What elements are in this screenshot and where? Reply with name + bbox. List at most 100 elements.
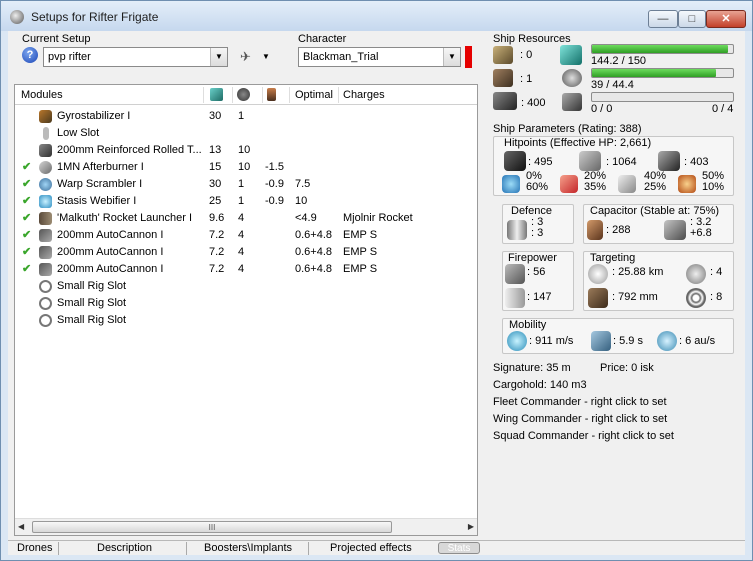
module-powergrid: 1 [238,178,245,190]
modules-list[interactable]: Modules Optimal Charges Gyrostabilizer I… [14,84,478,536]
active-check-icon[interactable]: ✔ [22,211,31,224]
module-cpu: 7.2 [209,263,225,275]
module-name: 200mm AutoCannon I [57,229,164,241]
scroll-right-icon[interactable]: ▶ [468,522,474,531]
table-row[interactable]: Gyrostabilizer I 30 1 [15,108,477,125]
title-bar[interactable]: Setups for Rifter Frigate — □ ✕ [1,1,752,31]
module-name: Small Rig Slot [57,297,127,309]
align-time-icon [591,331,611,351]
drone-bay-bar [591,92,734,102]
table-row[interactable]: ✔ 200mm AutoCannon I 7.2 4 0.6+4.8 EMP S [15,244,477,261]
squad-commander-slot[interactable]: Squad Commander - right click to set [493,430,674,442]
table-row[interactable]: Small Rig Slot [15,295,477,312]
kinetic-resist-icon [618,175,636,193]
module-charges: EMP S [343,246,378,258]
table-row[interactable]: ✔ Stasis Webifier I 25 1 -0.9 10 [15,193,477,210]
sensor-strength-value: : 8 [710,291,723,303]
module-name: 1MN Afterburner I [57,161,144,173]
table-row[interactable]: ✔ Warp Scrambler I 30 1 -0.9 7.5 [15,176,477,193]
module-charges: EMP S [343,263,378,275]
targeting-label: Targeting [590,252,636,264]
maximize-button[interactable]: □ [678,10,706,28]
active-check-icon[interactable]: ✔ [22,262,31,275]
app-icon [10,10,24,24]
table-row[interactable]: Small Rig Slot [15,278,477,295]
setup-select-value: pvp rifter [48,51,91,63]
firepower-label: Firepower [508,252,557,264]
table-row[interactable]: Small Rig Slot [15,312,477,329]
active-check-icon[interactable]: ✔ [22,194,31,207]
tab-boosters-implants[interactable]: Boosters\Implants [204,542,292,554]
module-charges: Mjolnir Rocket [343,212,413,224]
table-row[interactable]: 200mm Reinforced Rolled T... 13 10 [15,142,477,159]
client-area: Current Setup ? pvp rifter ▼ ✈ ▼ Charact… [8,31,745,555]
defence-value-2: : 3 [531,227,544,239]
table-row[interactable]: ✔ 200mm AutoCannon I 7.2 4 0.6+4.8 EMP S [15,261,477,278]
module-optimal: <4.9 [295,212,317,224]
minimize-button[interactable]: — [648,10,678,28]
modules-column-header[interactable]: Modules [21,89,63,101]
module-icon [39,110,52,123]
tab-drones[interactable]: Drones [17,542,52,554]
tab-stats[interactable]: Stats [438,542,480,554]
align-time-value: : 5.9 s [613,335,643,347]
table-row[interactable]: Low Slot [15,125,477,142]
table-row[interactable]: ✔ 200mm AutoCannon I 7.2 4 0.6+4.8 EMP S [15,227,477,244]
armor-hp-value: : 1064 [606,156,637,168]
capacitor-icon [587,220,603,240]
fleet-commander-slot[interactable]: Fleet Commander - right click to set [493,396,667,408]
table-row[interactable]: ✔ 1MN Afterburner I 15 10 -1.5 [15,159,477,176]
tab-projected-effects[interactable]: Projected effects [330,542,412,554]
module-powergrid: 1 [238,110,245,122]
module-icon [39,246,52,259]
module-powergrid: 10 [238,144,251,156]
module-name: 'Malkuth' Rocket Launcher I [57,212,193,224]
optimal-column-header[interactable]: Optimal [295,89,333,101]
powergrid-bar [591,68,734,78]
module-powergrid: 4 [238,246,245,258]
chevron-down-icon[interactable]: ▼ [210,48,227,66]
charges-column-header[interactable]: Charges [343,89,385,101]
targeting-box: Targeting : 25.88 km : 4 : 792 mm : 8 [583,251,734,311]
max-velocity-value: : 911 m/s [529,335,574,347]
missile-dps-value: : 147 [527,291,552,303]
active-check-icon[interactable]: ✔ [22,228,31,241]
signature-value: Signature: 35 m [493,362,571,374]
powergrid-column-icon[interactable] [237,88,250,101]
scroll-left-icon[interactable]: ◀ [18,522,24,531]
turret-hardpoint-icon [493,46,513,64]
module-name: 200mm AutoCannon I [57,263,164,275]
help-icon[interactable]: ? [22,47,38,63]
warp-speed-icon [657,331,677,351]
hitpoints-box: Hitpoints (Effective HP: 2,661) : 495 : … [493,136,734,196]
explosive-resist-icon [678,175,696,193]
table-row[interactable]: ✔ 'Malkuth' Rocket Launcher I 9.6 4 <4.9 Mjol… [15,210,477,227]
setup-select[interactable]: pvp rifter ▼ [43,47,228,67]
module-cpu: 30 [209,110,222,122]
character-select-value: Blackman_Trial [303,51,379,63]
shield-hp-icon [504,151,526,171]
horizontal-scrollbar[interactable]: ◀ III ▶ [15,518,477,535]
active-check-icon[interactable]: ✔ [22,177,31,190]
chevron-down-icon[interactable]: ▼ [443,48,460,66]
wing-commander-slot[interactable]: Wing Commander - right click to set [493,413,667,425]
ship-resources-section: Ship Resources : 0 : 1 : 400 144.2 / 150… [488,31,743,117]
close-button[interactable]: ✕ [706,10,746,28]
character-select[interactable]: Blackman_Trial ▼ [298,47,461,67]
powergrid-icon [562,69,582,87]
module-icon [39,178,52,191]
module-powergrid: 1 [238,195,245,207]
module-name: Warp Scrambler I [57,178,143,190]
ship-parameters-label: Ship Parameters (Rating: 388) [493,123,642,135]
drone-bay-icon [562,93,582,111]
capacitor-column-icon[interactable] [267,88,276,101]
tab-description[interactable]: Description [97,542,152,554]
active-check-icon[interactable]: ✔ [22,245,31,258]
cpu-column-icon[interactable] [210,88,223,101]
active-check-icon[interactable]: ✔ [22,160,31,173]
ship-tools-icon[interactable]: ✈ [240,49,251,65]
scroll-thumb[interactable]: III [32,521,392,533]
module-name: Gyrostabilizer I [57,110,131,122]
module-powergrid: 4 [238,212,245,224]
chevron-down-icon[interactable]: ▼ [262,52,270,61]
